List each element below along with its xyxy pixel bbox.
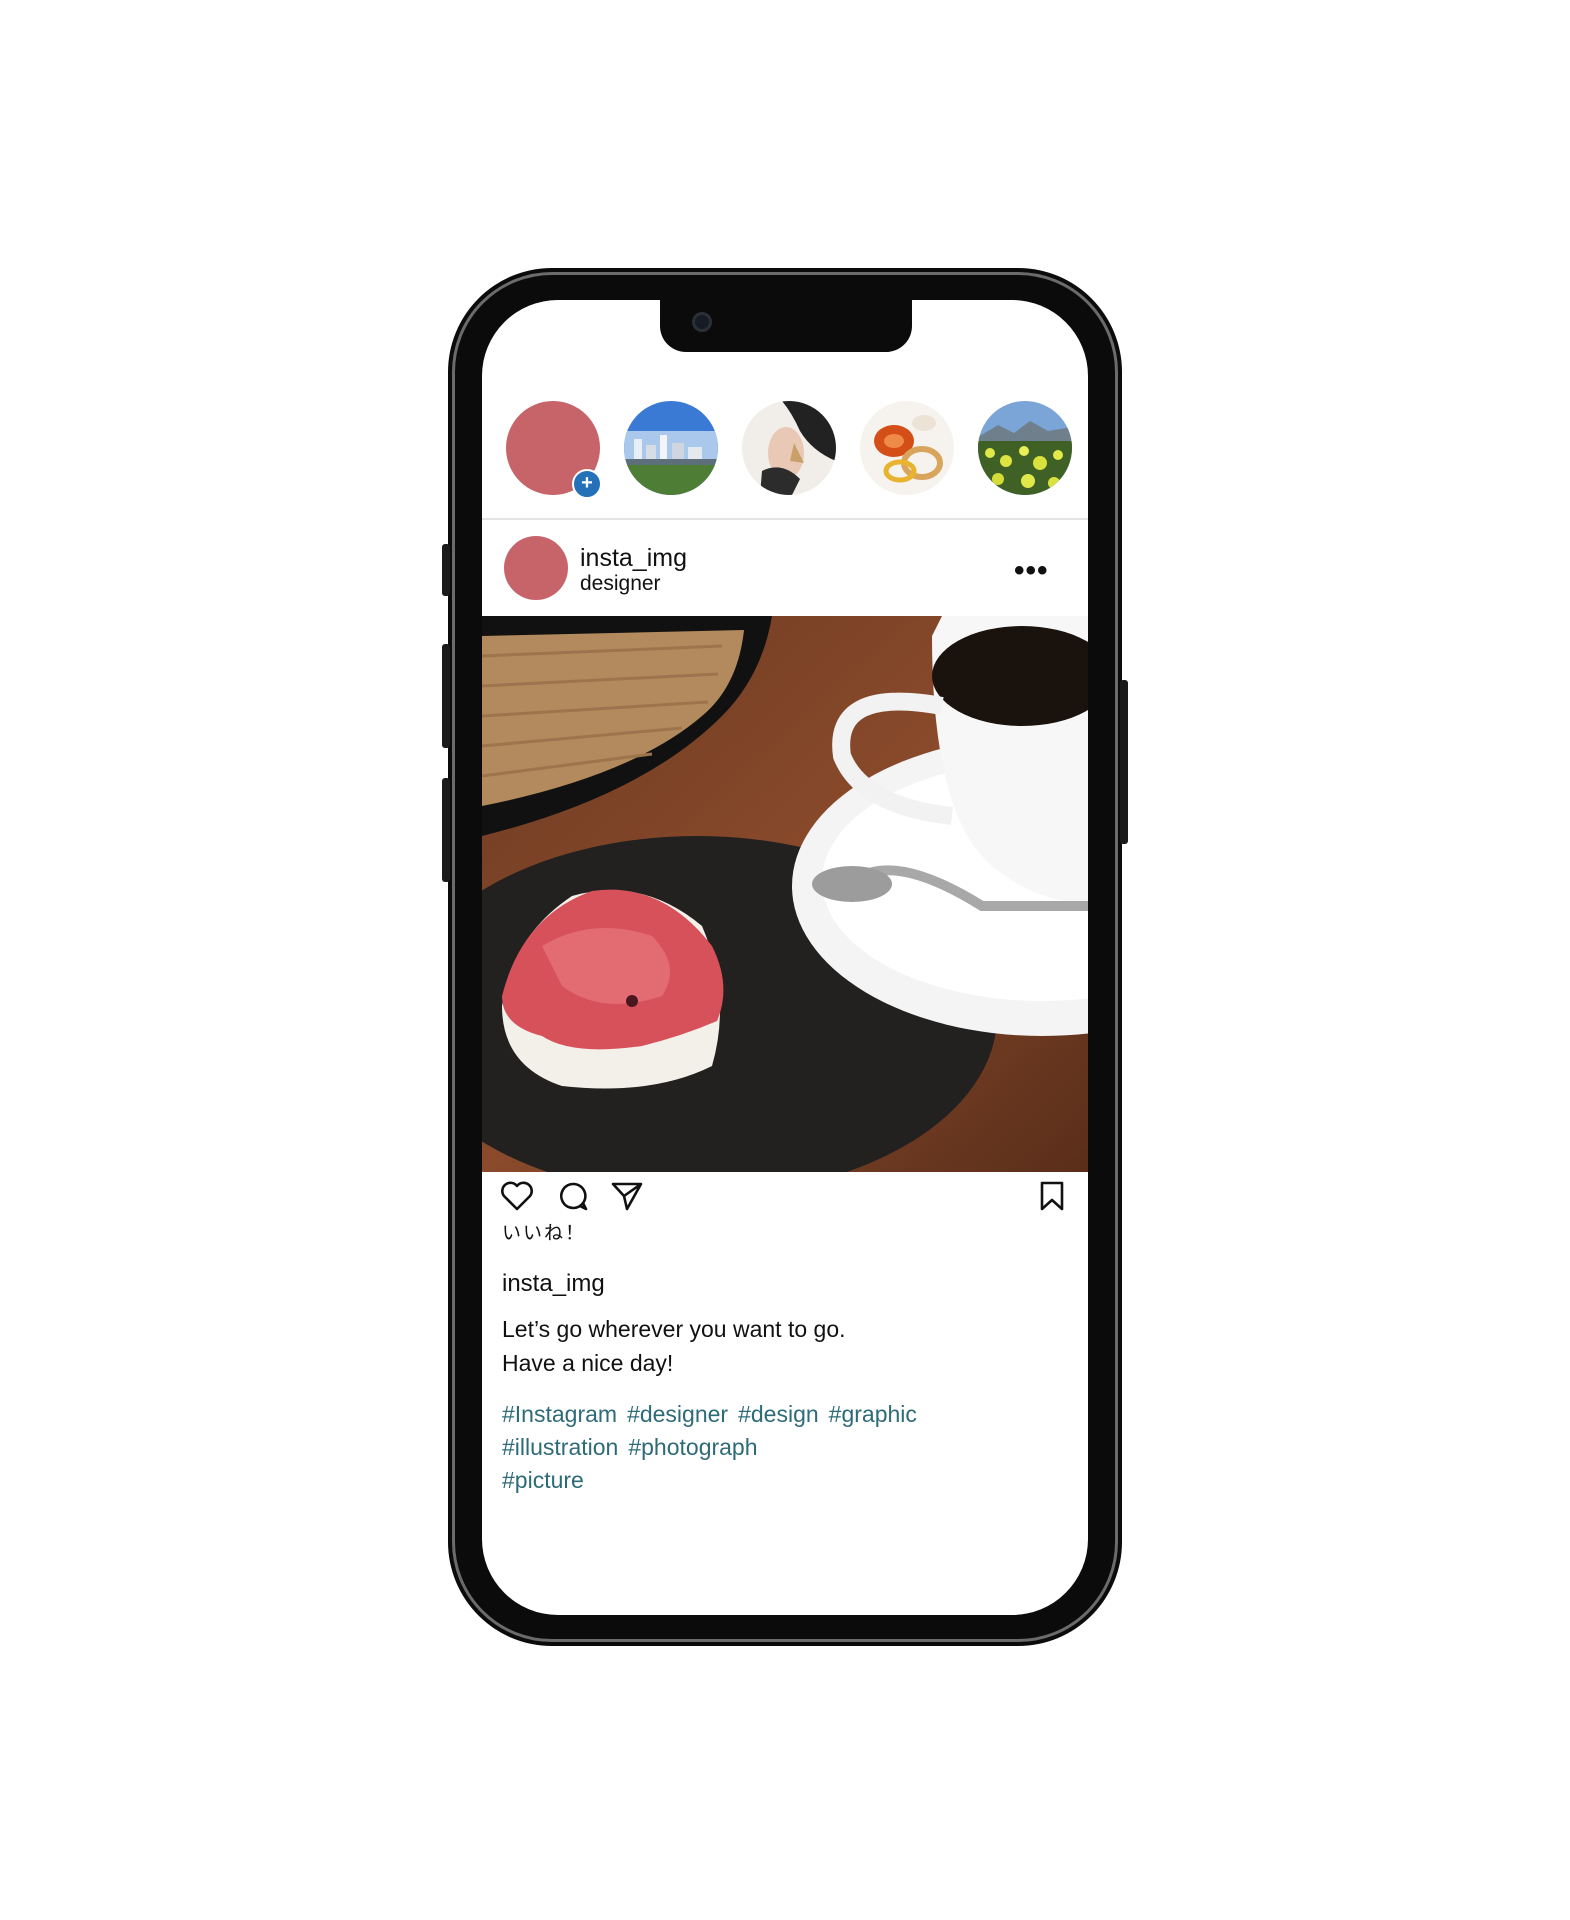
post-subtitle: designer — [580, 572, 661, 595]
more-icon[interactable]: ••• — [1014, 554, 1049, 588]
stories-divider — [482, 518, 1088, 520]
story-earring[interactable] — [742, 401, 836, 495]
story-own[interactable]: + — [506, 401, 602, 499]
send-icon[interactable] — [610, 1180, 644, 1212]
hashtag[interactable]: #Instagram — [502, 1401, 617, 1427]
story-amber[interactable] — [860, 401, 954, 495]
hashtag[interactable]: #illustration — [502, 1434, 618, 1460]
caption-line-1: Let’s go wherever you want to go. — [502, 1316, 846, 1342]
post-username[interactable]: insta_img — [580, 544, 687, 573]
hashtag[interactable]: #graphic — [829, 1401, 917, 1427]
caption-username[interactable]: insta_img — [502, 1270, 605, 1298]
front-camera — [692, 312, 712, 332]
story-city[interactable] — [624, 401, 718, 495]
comment-icon[interactable] — [556, 1180, 590, 1212]
power-button — [1120, 680, 1128, 844]
mute-switch — [442, 544, 450, 596]
post-avatar[interactable] — [504, 536, 568, 600]
hashtag[interactable]: #designer — [627, 1401, 728, 1427]
hashtag[interactable]: #design — [738, 1401, 819, 1427]
notch — [660, 300, 912, 352]
bookmark-icon[interactable] — [1038, 1180, 1066, 1212]
stories-bar: + — [506, 401, 1072, 499]
volume-up-button — [442, 644, 450, 748]
hashtag[interactable]: #picture — [502, 1467, 584, 1493]
story-flowers[interactable] — [978, 401, 1072, 495]
caption-text: Let’s go wherever you want to go. Have a… — [502, 1312, 846, 1380]
plus-icon[interactable]: + — [572, 469, 602, 499]
post-photo[interactable] — [482, 616, 1088, 1196]
heart-icon[interactable] — [500, 1180, 534, 1212]
phone-screen: + insta_img designer ••• いいね！ insta_img … — [482, 300, 1088, 1615]
hashtags: #Instagram #designer #design #graphic #illu… — [502, 1398, 927, 1497]
post-header: insta_img designer ••• — [482, 536, 1088, 608]
hashtag[interactable]: #photograph — [628, 1434, 757, 1460]
caption-line-2: Have a nice day! — [502, 1350, 674, 1376]
likes-label[interactable]: いいね！ — [502, 1218, 586, 1245]
volume-down-button — [442, 778, 450, 882]
